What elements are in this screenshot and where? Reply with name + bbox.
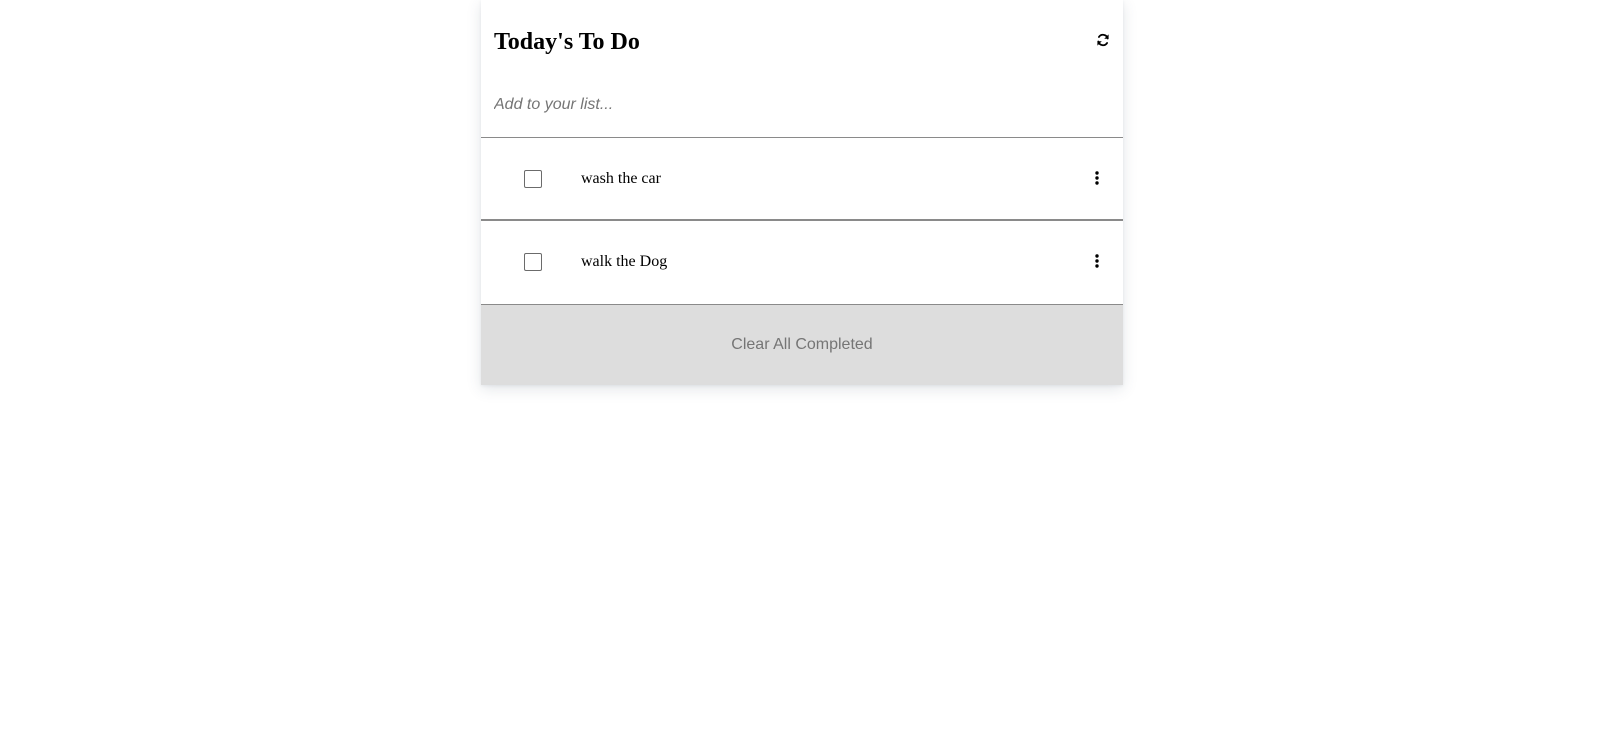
add-item-row xyxy=(481,84,1123,138)
todo-header: Today's To Do xyxy=(481,0,1123,84)
todo-text: walk the Dog xyxy=(581,253,668,270)
more-vertical-icon xyxy=(1095,170,1099,188)
refresh-icon xyxy=(1096,33,1110,50)
more-vertical-icon xyxy=(1095,253,1099,271)
item-menu-button[interactable] xyxy=(1089,252,1105,272)
list-item: wash the car xyxy=(481,138,1123,221)
add-item-input[interactable] xyxy=(494,92,1094,118)
todo-list: wash the car walk the Dog xyxy=(481,138,1123,305)
item-menu-button[interactable] xyxy=(1089,169,1105,189)
todo-text: wash the car xyxy=(581,170,661,187)
refresh-button[interactable] xyxy=(1094,32,1112,50)
todo-checkbox[interactable] xyxy=(524,170,542,188)
todo-card: Today's To Do wash the car xyxy=(481,0,1123,385)
todo-checkbox[interactable] xyxy=(524,253,542,271)
clear-completed-button[interactable]: Clear All Completed xyxy=(481,305,1123,385)
page-title: Today's To Do xyxy=(494,29,640,55)
list-item: walk the Dog xyxy=(481,221,1123,305)
